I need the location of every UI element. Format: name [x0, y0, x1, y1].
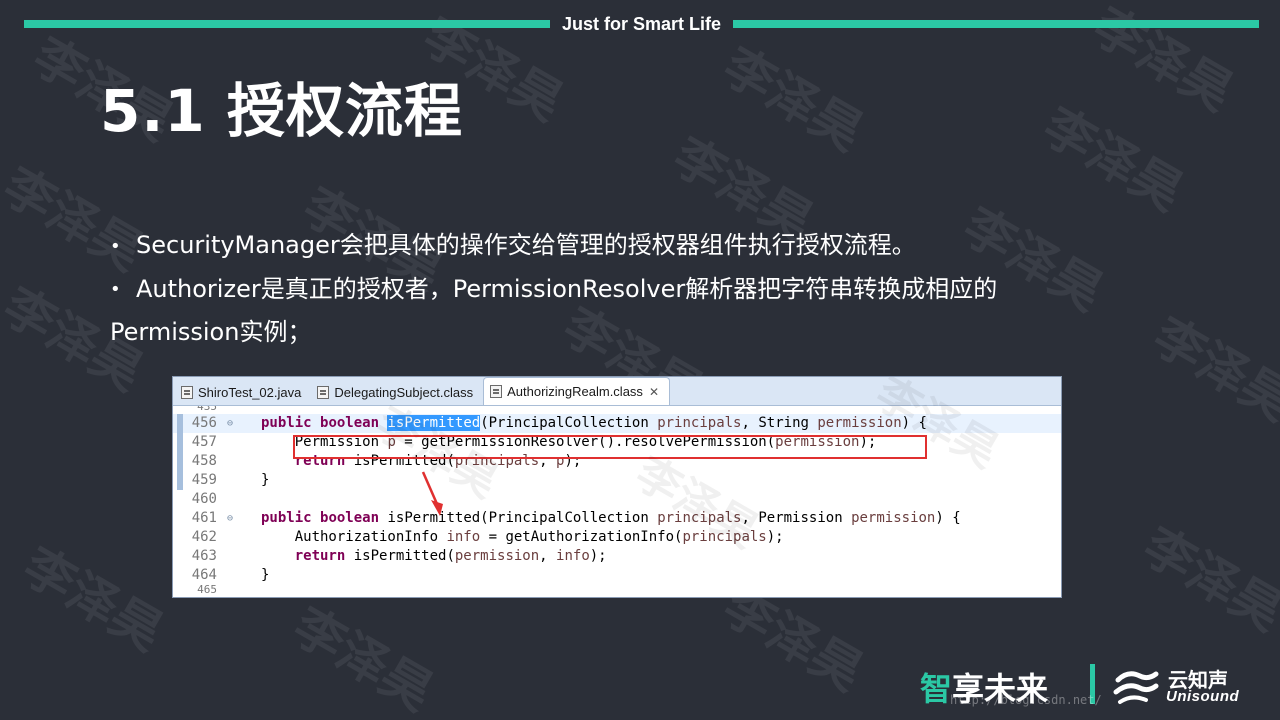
line-number: 456	[191, 415, 217, 431]
fold-icon[interactable]: ⊖	[223, 509, 237, 528]
red-arrow-icon	[421, 471, 443, 516]
line-number: 463	[191, 548, 217, 564]
class-file-icon	[317, 385, 330, 399]
watermark-text: 李泽昊	[1133, 516, 1280, 643]
tab-authorizingrealm-class[interactable]: AuthorizingRealm.class ✕	[483, 377, 670, 405]
line-number: 464	[191, 567, 217, 583]
watermark-text: 李泽昊	[1083, 0, 1243, 123]
tab-label: DelegatingSubject.class	[334, 384, 474, 400]
bullet-item: • Authorizer是真正的授权者，PermissionResolver解析器…	[110, 268, 1110, 312]
editor-tab-bar: ShiroTest_02.java DelegatingSubject.clas…	[173, 377, 1061, 406]
code-line-partial: 465	[173, 585, 1061, 595]
fold-icon[interactable]: ⊖	[223, 414, 237, 433]
bullet-dot-icon: •	[110, 235, 121, 257]
line-number: 462	[191, 529, 217, 545]
code-line: 464 }	[173, 566, 1061, 585]
code-line: 460	[173, 490, 1061, 509]
watermark-text: 李泽昊	[1143, 306, 1280, 433]
code-text: public boolean isPermitted(PrincipalColl…	[261, 510, 961, 526]
slide-title: 5.1 授权流程	[100, 77, 463, 145]
java-file-icon	[181, 385, 193, 399]
line-number: 461	[191, 510, 217, 526]
close-icon[interactable]: ✕	[649, 385, 659, 399]
code-text: }	[261, 472, 270, 488]
header-bar-right	[733, 20, 1259, 28]
unisound-logo-icon	[1113, 671, 1159, 704]
brand-name-en: Unisound	[1166, 688, 1240, 705]
code-text: return isPermitted(permission, info);	[294, 548, 607, 564]
line-number: 465	[197, 585, 217, 595]
code-line: 456 ⊖ public boolean isPermitted(Principa…	[173, 414, 1061, 433]
tab-label: ShiroTest_02.java	[198, 384, 302, 400]
highlight-box	[293, 435, 927, 459]
code-line-partial: 435	[173, 406, 1061, 414]
bullet-text: Permission实例；	[110, 318, 312, 346]
header-bar-left	[24, 20, 550, 28]
line-number: 458	[191, 453, 217, 469]
bullet-item: • SecurityManager会把具体的操作交给管理的授权器组件执行授权流程。	[110, 224, 1110, 268]
line-number: 459	[191, 472, 217, 488]
tagline: Just for Smart Life	[561, 14, 722, 34]
watermark-text: 李泽昊	[13, 536, 173, 663]
bullet-dot-icon: •	[110, 279, 121, 300]
tab-shirotest-java[interactable]: ShiroTest_02.java	[175, 379, 311, 405]
bullet-text: Authorizer是真正的授权者，PermissionResolver解析器把…	[136, 274, 998, 303]
code-line: 462 AuthorizationInfo info = getAuthoriz…	[173, 528, 1061, 547]
bullet-text: SecurityManager会把具体的操作交给管理的授权器组件执行授权流程。	[136, 231, 916, 259]
line-number: 435	[197, 406, 217, 413]
tab-delegatingsubject-class[interactable]: DelegatingSubject.class	[311, 379, 483, 405]
code-line: 459 }	[173, 471, 1061, 490]
bullet-list: • SecurityManager会把具体的操作交给管理的授权器组件执行授权流程。…	[110, 224, 1110, 354]
tab-label: AuthorizingRealm.class	[507, 384, 643, 399]
code-line: 461 ⊖ public boolean isPermitted(Principa…	[173, 509, 1061, 528]
ide-editor-window: ShiroTest_02.java DelegatingSubject.clas…	[172, 376, 1062, 598]
watermark-text: 李泽昊	[283, 596, 443, 720]
code-line: 463 return isPermitted(permission, info)…	[173, 547, 1061, 566]
watermark-url: http://blog.csdn.net/	[950, 693, 1102, 707]
watermark-text: 李泽昊	[713, 36, 873, 163]
bullet-continuation: Permission实例；	[110, 311, 1110, 354]
code-text: }	[261, 567, 270, 583]
code-text: AuthorizationInfo info = getAuthorizatio…	[261, 529, 784, 545]
watermark-text: 李泽昊	[1033, 96, 1193, 223]
line-number: 457	[191, 434, 217, 450]
code-text: public boolean isPermitted(PrincipalColl…	[261, 415, 927, 431]
class-file-icon	[490, 385, 503, 398]
line-number: 460	[191, 491, 217, 507]
